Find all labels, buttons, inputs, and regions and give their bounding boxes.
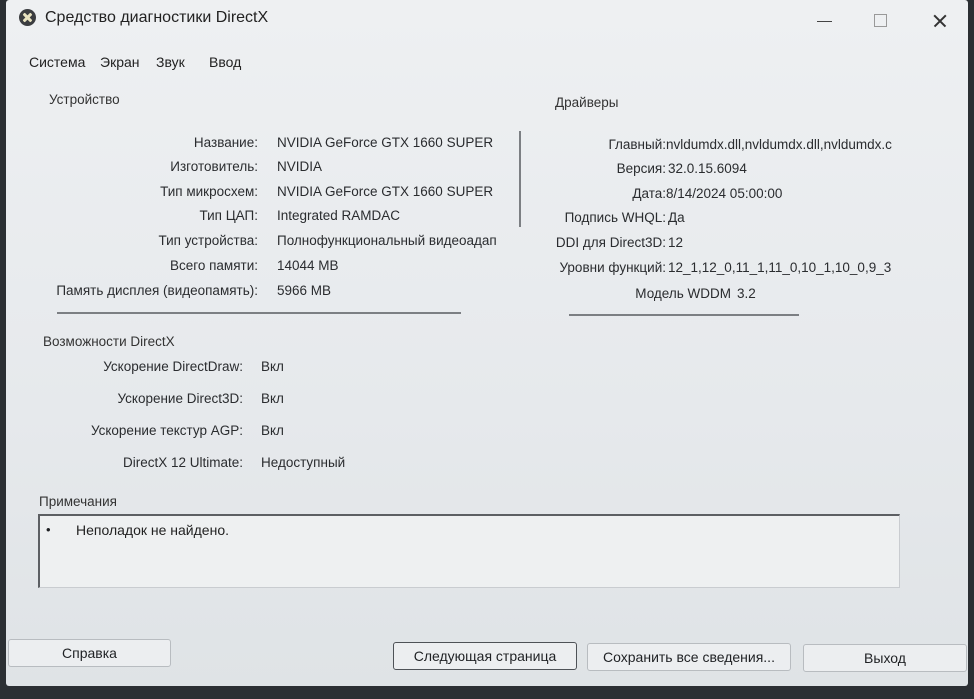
device-group-heading: Устройство [49, 92, 120, 107]
note-item: Неполадок не найдено. [76, 522, 229, 538]
notes-textbox[interactable]: • Неполадок не найдено. [38, 514, 900, 588]
driver-main-label: Главный: [608, 137, 666, 152]
total-memory-label: Всего памяти: [169, 258, 258, 273]
drivers-group-bottom-line [569, 314, 799, 316]
ddi-value: 12 [668, 235, 684, 250]
dac-type-label: Тип ЦАП: [199, 208, 258, 223]
drivers-group-heading: Драйверы [555, 95, 619, 110]
note-bullet: • [46, 522, 51, 537]
directx-features-heading: Возможности DirectX [43, 334, 175, 349]
device-type-label: Тип устройства: [158, 233, 258, 248]
minimize-icon[interactable] [804, 6, 844, 34]
dac-type-value: Integrated RAMDAC [277, 208, 401, 223]
directx-app-icon [19, 9, 36, 26]
title-bar[interactable]: Средство диагностики DirectX [6, 0, 968, 42]
driver-main-value: nvldumdx.dll,nvldumdx.dll,nvldumdx.c [666, 137, 892, 152]
dx12-ultimate-value: Недоступный [261, 455, 346, 470]
agp-accel-value: Вкл [261, 423, 284, 438]
feature-levels-value: 12_1,12_0,11_1,11_0,10_1,10_0,9_3 [668, 260, 892, 275]
exit-button[interactable]: Выход [803, 644, 967, 672]
chip-type-label: Тип микросхем: [160, 184, 258, 199]
device-group-bottom-line [57, 312, 461, 314]
tab-sound[interactable]: Звук [156, 54, 185, 70]
tab-system[interactable]: Система [29, 54, 85, 70]
whql-value: Да [668, 210, 685, 225]
maximize-icon[interactable] [861, 6, 901, 34]
display-memory-value: 5966 MB [277, 283, 332, 298]
device-type-value: Полнофункциональный видеоадап [277, 233, 497, 248]
device-name-value: NVIDIA GeForce GTX 1660 SUPER [277, 135, 494, 150]
window-title: Средство диагностики DirectX [45, 9, 269, 26]
direct3d-accel-label: Ускорение Direct3D: [117, 391, 243, 406]
whql-label: Подпись WHQL: [564, 210, 666, 225]
total-memory-value: 14044 MB [277, 258, 339, 273]
tab-input[interactable]: Ввод [209, 54, 241, 70]
directdraw-accel-label: Ускорение DirectDraw: [103, 359, 243, 374]
dxdiag-window: Средство диагностики DirectX Система Экр… [6, 0, 968, 686]
driver-date-value: 8/14/2024 05:00:00 [666, 186, 783, 201]
device-scrollbar[interactable] [519, 131, 521, 227]
direct3d-accel-value: Вкл [261, 391, 284, 406]
device-name-label: Название: [193, 135, 258, 150]
display-memory-label: Память дисплея (видеопамять): [56, 283, 258, 298]
wddm-model-value: 3.2 [737, 286, 756, 301]
chip-type-value: NVIDIA GeForce GTX 1660 SUPER [277, 184, 494, 199]
ddi-label: DDI для Direct3D: [555, 235, 666, 250]
help-button[interactable]: Справка [8, 639, 171, 667]
tab-display[interactable]: Экран [100, 54, 140, 70]
manufacturer-value: NVIDIA [277, 159, 323, 174]
next-page-button[interactable]: Следующая страница [393, 642, 577, 670]
notes-heading: Примечания [39, 494, 117, 509]
wddm-model-label: Модель WDDM [635, 286, 731, 301]
feature-levels-label: Уровни функций: [559, 260, 666, 275]
close-icon[interactable] [919, 6, 959, 34]
driver-version-label: Версия: [616, 161, 666, 176]
dx12-ultimate-label: DirectX 12 Ultimate: [122, 455, 243, 470]
save-all-info-button[interactable]: Сохранить все сведения... [587, 643, 791, 671]
driver-version-value: 32.0.15.6094 [668, 161, 747, 176]
agp-accel-label: Ускорение текстур AGP: [90, 423, 243, 438]
directdraw-accel-value: Вкл [261, 359, 284, 374]
driver-date-label: Дата: [632, 186, 666, 201]
manufacturer-label: Изготовитель: [170, 159, 258, 174]
